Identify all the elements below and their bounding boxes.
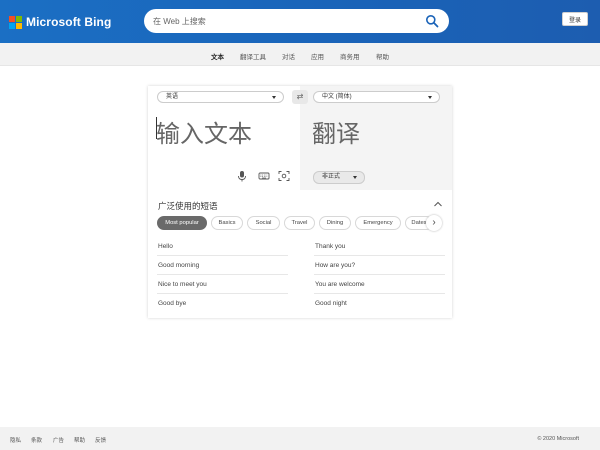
text-cursor (156, 117, 157, 139)
phrase-item[interactable]: Thank you (315, 243, 345, 250)
login-button[interactable]: 登录 (562, 12, 588, 26)
search-input[interactable] (153, 16, 408, 26)
nav-item-translator-tools[interactable]: 翻译工具 (240, 51, 266, 61)
source-language-label: 英语 (166, 94, 179, 100)
top-nav: 文本 翻译工具 对话 应用 商务用 帮助 (0, 43, 600, 66)
phrase-item[interactable]: Hello (158, 243, 173, 250)
search-icon[interactable] (425, 14, 439, 28)
phrase-item[interactable]: Good night (315, 300, 347, 307)
phrase-item[interactable]: Good morning (158, 262, 199, 269)
swap-languages-button[interactable]: ⇄ (292, 90, 308, 104)
footer-link-terms[interactable]: 条款 (31, 436, 42, 444)
footer-link-feedback[interactable]: 反馈 (95, 436, 106, 444)
divider (314, 293, 445, 294)
phrase-category-chip[interactable]: Social (247, 216, 280, 230)
phrases-title: 广泛使用的短语 (158, 201, 218, 211)
target-pane: 中文 (简体) 翻译 非正式 (300, 86, 452, 190)
nav-item-conversation[interactable]: 对话 (282, 51, 295, 61)
source-text-input[interactable] (156, 114, 292, 146)
footer-link-privacy[interactable]: 隐私 (10, 436, 21, 444)
target-language-label: 中文 (简体) (322, 94, 352, 100)
divider (157, 293, 288, 294)
chevron-right-icon[interactable]: › (426, 215, 442, 231)
phrase-item[interactable]: How are you? (315, 262, 355, 269)
divider (157, 274, 288, 275)
target-language-select[interactable]: 中文 (简体) (313, 91, 440, 103)
footer-link-ads[interactable]: 广告 (53, 436, 64, 444)
header-bar: Microsoft Bing 登录 (0, 0, 600, 43)
source-pane: 英语 (148, 86, 300, 190)
phrase-item[interactable]: You are welcome (315, 281, 365, 288)
camera-scan-icon[interactable] (278, 170, 290, 182)
tone-select[interactable]: 非正式 (313, 171, 365, 184)
phrase-category-chip[interactable]: Most popular (157, 216, 207, 230)
phrase-item[interactable]: Good bye (158, 300, 186, 307)
phrase-category-chip[interactable]: Dining (319, 216, 351, 230)
microsoft-logo-icon (9, 15, 22, 29)
chevron-down-icon (353, 176, 357, 179)
search-box (144, 9, 449, 33)
tone-label: 非正式 (322, 174, 341, 180)
nav-item-help[interactable]: 帮助 (376, 51, 389, 61)
translation-output: 翻译 (312, 120, 360, 148)
chevron-up-icon[interactable] (433, 200, 443, 208)
phrase-category-chip[interactable]: Emergency (355, 216, 401, 230)
footer-link-help[interactable]: 帮助 (74, 436, 85, 444)
footer-bar: 隐私 条款 广告 帮助 反馈 © 2020 Microsoft (0, 427, 600, 450)
chevron-down-icon (428, 96, 432, 99)
microphone-icon[interactable] (236, 170, 248, 182)
copyright: © 2020 Microsoft (537, 436, 579, 442)
phrase-category-chip[interactable]: Travel (284, 216, 315, 230)
chevron-down-icon (272, 96, 276, 99)
divider (157, 255, 288, 256)
phrase-item[interactable]: Nice to meet you (158, 281, 207, 288)
bing-logo[interactable]: Microsoft Bing (9, 15, 111, 29)
nav-item-text[interactable]: 文本 (211, 51, 224, 61)
keyboard-icon[interactable] (258, 170, 270, 182)
translator-card: 英语 ⇄ 中文 (简体) 翻译 非正式 (148, 86, 452, 318)
nav-item-apps[interactable]: 应用 (311, 51, 324, 61)
nav-item-business[interactable]: 商务用 (340, 51, 360, 61)
divider (314, 274, 445, 275)
phrase-category-chip[interactable]: Basics (211, 216, 243, 230)
brand-name: Microsoft Bing (26, 15, 112, 29)
divider (314, 255, 445, 256)
source-language-select[interactable]: 英语 (157, 91, 284, 103)
